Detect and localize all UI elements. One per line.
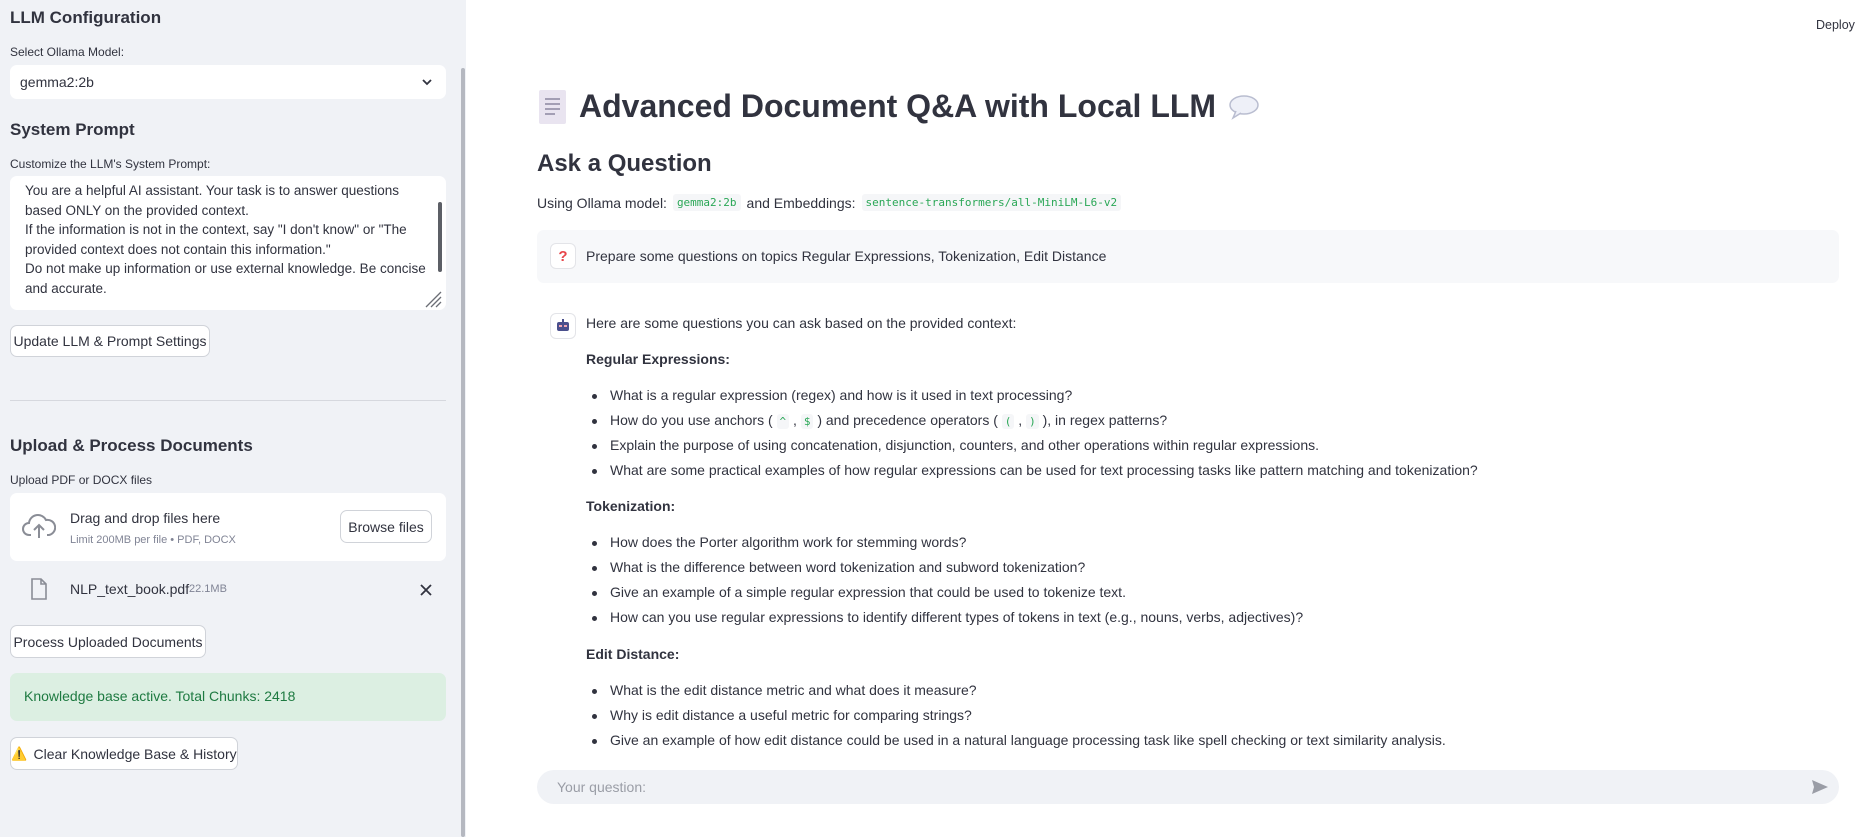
bullet bbox=[592, 689, 597, 694]
page-title: Advanced Document Q&A with Local LLM bbox=[579, 88, 1217, 124]
model-select-label: Select Ollama Model: bbox=[10, 45, 125, 59]
process-documents-button[interactable]: Process Uploaded Documents bbox=[10, 625, 206, 658]
system-prompt-label: Customize the LLM's System Prompt: bbox=[10, 157, 211, 171]
page-title-row: Advanced Document Q&A with Local LLM bbox=[537, 88, 1260, 125]
ask-question-subheader: Ask a Question bbox=[537, 150, 712, 177]
document-icon bbox=[539, 89, 566, 124]
file-size: 22.1MB bbox=[189, 583, 227, 595]
sidebar-divider bbox=[10, 400, 446, 401]
chevron-down-icon bbox=[422, 79, 432, 86]
embeddings-prefix: and Embeddings: bbox=[746, 194, 856, 211]
list-item: How do you use anchors ( ^ , $ ) and pre… bbox=[610, 412, 1168, 429]
file-name: NLP_text_book.pdf bbox=[70, 581, 190, 597]
section-heading: Tokenization: bbox=[586, 498, 676, 514]
section-heading: Regular Expressions: bbox=[586, 351, 730, 367]
upload-title: Upload & Process Documents bbox=[10, 436, 253, 455]
sidebar-scrollbar[interactable] bbox=[461, 68, 465, 837]
model-select[interactable]: gemma2:2b bbox=[10, 65, 446, 99]
remove-file-icon[interactable] bbox=[420, 584, 432, 596]
browse-files-button[interactable]: Browse files bbox=[340, 510, 432, 543]
bullet bbox=[592, 714, 597, 719]
file-dropzone[interactable]: Drag and drop files here Limit 200MB per… bbox=[10, 493, 446, 561]
list-item: Give an example of how edit distance cou… bbox=[610, 732, 1446, 748]
user-avatar: ? bbox=[550, 243, 576, 269]
list-item: Give an example of a simple regular expr… bbox=[610, 584, 1126, 600]
list-item: What is the difference between word toke… bbox=[610, 559, 1086, 575]
bullet bbox=[592, 591, 597, 596]
upload-label: Upload PDF or DOCX files bbox=[10, 473, 153, 487]
bullet bbox=[592, 469, 597, 474]
assistant-intro: Here are some questions you can ask base… bbox=[586, 315, 1017, 331]
clear-button-label: Clear Knowledge Base & History bbox=[33, 745, 237, 762]
section-heading: Edit Distance: bbox=[586, 646, 680, 662]
cloud-upload-icon bbox=[22, 514, 56, 538]
list-item: Why is edit distance a useful metric for… bbox=[610, 707, 972, 723]
chat-input-bar bbox=[537, 770, 1839, 804]
robot-icon bbox=[557, 319, 569, 331]
update-settings-button[interactable]: Update LLM & Prompt Settings bbox=[10, 325, 210, 357]
warning-icon: ⚠️ bbox=[11, 745, 28, 761]
user-message: ? Prepare some questions on topics Regul… bbox=[537, 230, 1839, 283]
bullet bbox=[592, 541, 597, 546]
sidebar: LLM Configuration Select Ollama Model: g… bbox=[0, 0, 466, 837]
dropzone-subtitle: Limit 200MB per file • PDF, DOCX bbox=[70, 534, 236, 546]
list-item: What is the edit distance metric and wha… bbox=[610, 682, 977, 698]
speech-bubble-icon bbox=[1229, 94, 1259, 120]
list-item: Explain the purpose of using concatenati… bbox=[610, 437, 1319, 453]
model-code: gemma2:2b bbox=[672, 194, 741, 211]
list-item: How can you use regular expressions to i… bbox=[610, 609, 1304, 625]
assistant-avatar bbox=[550, 313, 576, 339]
bullet bbox=[592, 394, 597, 399]
knowledge-base-status: Knowledge base active. Total Chunks: 241… bbox=[10, 673, 446, 721]
clear-knowledge-base-button[interactable]: ⚠️ Clear Knowledge Base & History bbox=[10, 737, 238, 770]
llm-config-title: LLM Configuration bbox=[10, 8, 162, 27]
bullet bbox=[592, 566, 597, 571]
bullet bbox=[592, 739, 597, 744]
resize-handle-icon[interactable] bbox=[424, 290, 442, 308]
model-info-line: Using Ollama model: gemma2:2b and Embedd… bbox=[537, 194, 1127, 211]
system-prompt-textarea[interactable]: You are a helpful AI assistant. Your tas… bbox=[10, 176, 446, 310]
textarea-scrollbar[interactable] bbox=[438, 202, 442, 272]
bullet bbox=[592, 444, 597, 449]
model-select-value: gemma2:2b bbox=[20, 74, 94, 90]
question-mark-icon: ? bbox=[558, 247, 568, 265]
question-input[interactable] bbox=[557, 770, 1777, 804]
model-prefix: Using Ollama model: bbox=[537, 194, 667, 211]
deploy-button[interactable]: Deploy bbox=[1816, 18, 1855, 32]
uploaded-file-row: NLP_text_book.pdf 22.1MB bbox=[10, 575, 446, 605]
bullet bbox=[592, 419, 597, 424]
system-prompt-title: System Prompt bbox=[10, 120, 135, 139]
list-item: What is a regular expression (regex) and… bbox=[610, 387, 1073, 403]
embeddings-code: sentence-transformers/all-MiniLM-L6-v2 bbox=[861, 194, 1122, 211]
user-message-text: Prepare some questions on topics Regular… bbox=[586, 248, 1107, 264]
file-icon bbox=[31, 578, 47, 600]
list-item: What are some practical examples of how … bbox=[610, 462, 1478, 478]
list-item: How does the Porter algorithm work for s… bbox=[610, 534, 967, 550]
send-icon[interactable] bbox=[1811, 778, 1829, 796]
dropzone-title: Drag and drop files here bbox=[70, 510, 221, 526]
bullet bbox=[592, 616, 597, 621]
